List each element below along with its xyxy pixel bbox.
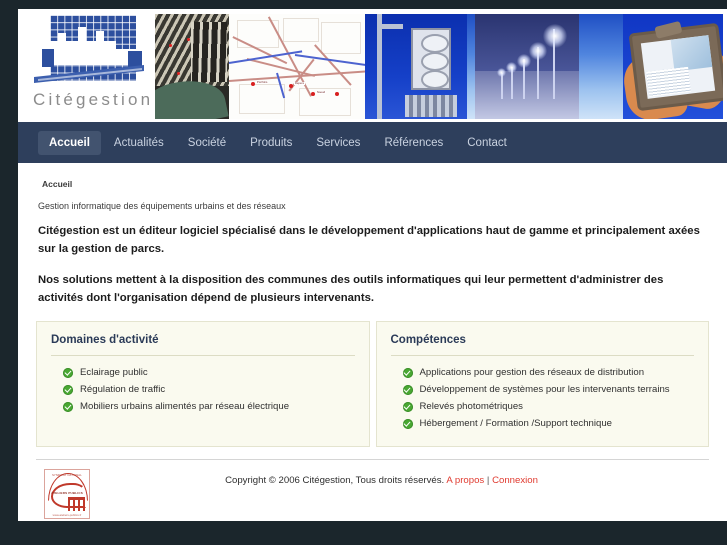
badge-arc-text: SYNDICAT NATIONAL bbox=[52, 474, 82, 477]
list-item: Relevés photométriques bbox=[402, 398, 697, 415]
check-circle-icon bbox=[402, 418, 413, 429]
site-header: Citégestion Portfolio Repere Noeud bbox=[18, 9, 727, 122]
list-item: Hébergement / Formation /Support techniq… bbox=[402, 415, 697, 432]
check-circle-icon bbox=[402, 401, 413, 412]
page-subtitle: Gestion informatique des équipements urb… bbox=[38, 201, 286, 211]
check-circle-icon bbox=[402, 367, 413, 378]
site-footer: SYNDICAT NATIONAL ATELIERS PUBLICS www.a… bbox=[18, 460, 727, 519]
nav-item-contact[interactable]: Contact bbox=[456, 131, 518, 155]
web-page: Citégestion Portfolio Repere Noeud Accue… bbox=[18, 9, 727, 521]
link-connexion[interactable]: Connexion bbox=[492, 475, 538, 486]
logo-cityscape-icon bbox=[34, 27, 144, 83]
badge-url-text: www.ateliers-publics.fr bbox=[52, 513, 82, 517]
nav-item-services[interactable]: Services bbox=[305, 131, 371, 155]
banner-image-street-map: Portfolio Repere Noeud bbox=[229, 14, 365, 119]
list-item-label: Relevés photométriques bbox=[419, 401, 523, 412]
page-content: Accueil Gestion informatique des équipem… bbox=[18, 163, 727, 460]
list-item: Développement de systèmes pour les inter… bbox=[402, 381, 697, 398]
panel-divider bbox=[390, 355, 694, 356]
ateliers-publics-badge-icon[interactable]: SYNDICAT NATIONAL ATELIERS PUBLICS www.a… bbox=[44, 469, 90, 519]
panel-competences: Compétences Applications pour gestion de… bbox=[375, 321, 709, 447]
panel-title-competences: Compétences bbox=[390, 334, 466, 346]
list-item: Mobiliers urbains alimentés par réseau é… bbox=[63, 398, 357, 415]
list-item-label: Hébergement / Formation /Support techniq… bbox=[419, 418, 613, 429]
breadcrumb[interactable]: Accueil bbox=[36, 173, 709, 201]
panel-divider bbox=[51, 355, 355, 356]
banner-image-aerial-photo-harbour bbox=[155, 14, 229, 119]
footer-link-separator: | bbox=[486, 475, 490, 486]
banner-gap-2 bbox=[579, 14, 623, 119]
intro-paragraph-2: Nos solutions mettent à la disposition d… bbox=[38, 274, 664, 304]
link-a-propos[interactable]: A propos bbox=[446, 475, 484, 486]
main-navigation: Accueil Actualités Société Produits Serv… bbox=[18, 122, 727, 163]
panel-title-domaines: Domaines d'activité bbox=[51, 334, 159, 346]
list-item: Régulation de traffic bbox=[63, 381, 357, 398]
list-item-label: Applications pour gestion des réseaux de… bbox=[419, 367, 645, 378]
nav-item-societe[interactable]: Société bbox=[177, 131, 237, 155]
list-item: Applications pour gestion des réseaux de… bbox=[402, 364, 697, 381]
city-grid-logo-icon bbox=[32, 15, 150, 89]
list-item-label: Eclairage public bbox=[80, 367, 148, 378]
list-item: Eclairage public bbox=[63, 364, 357, 381]
list-item-label: Mobiliers urbains alimentés par réseau é… bbox=[80, 401, 290, 412]
nav-item-accueil[interactable]: Accueil bbox=[38, 130, 101, 155]
check-circle-icon bbox=[63, 401, 73, 412]
badge-mid-text: ATELIERS PUBLICS bbox=[51, 491, 83, 495]
site-logo[interactable]: Citégestion bbox=[18, 9, 155, 110]
nav-item-actualites[interactable]: Actualités bbox=[103, 131, 175, 155]
domaines-list: Eclairage public Régulation de traffic M… bbox=[49, 364, 357, 415]
check-circle-icon bbox=[402, 384, 413, 395]
nav-item-produits[interactable]: Produits bbox=[239, 131, 303, 155]
logo-wordmark: Citégestion bbox=[33, 90, 154, 109]
banner-image-traffic-signal bbox=[365, 14, 467, 119]
footer-copyright: Copyright © 2006 Citégestion, Tous droit… bbox=[90, 469, 673, 486]
list-item-label: Régulation de traffic bbox=[80, 384, 166, 395]
competences-list: Applications pour gestion des réseaux de… bbox=[389, 364, 697, 432]
banner-image-rugged-tablet bbox=[623, 14, 723, 119]
panel-domaines-activite: Domaines d'activité Eclairage public Rég… bbox=[36, 321, 370, 447]
panels-row: Domaines d'activité Eclairage public Rég… bbox=[36, 321, 709, 447]
desktop-background: Citégestion Portfolio Repere Noeud Accue… bbox=[0, 0, 727, 545]
banner-image-night-street-lighting bbox=[475, 14, 579, 119]
header-banner: Portfolio Repere Noeud bbox=[155, 14, 723, 119]
banner-gap-1 bbox=[467, 14, 475, 119]
intro-paragraph-1: Citégestion est un éditeur logiciel spéc… bbox=[38, 225, 700, 255]
list-item-label: Développement de systèmes pour les inter… bbox=[419, 384, 670, 395]
check-circle-icon bbox=[63, 367, 73, 378]
check-circle-icon bbox=[63, 384, 73, 395]
copyright-text: Copyright © 2006 Citégestion, Tous droit… bbox=[225, 475, 445, 486]
nav-item-references[interactable]: Références bbox=[373, 131, 454, 155]
